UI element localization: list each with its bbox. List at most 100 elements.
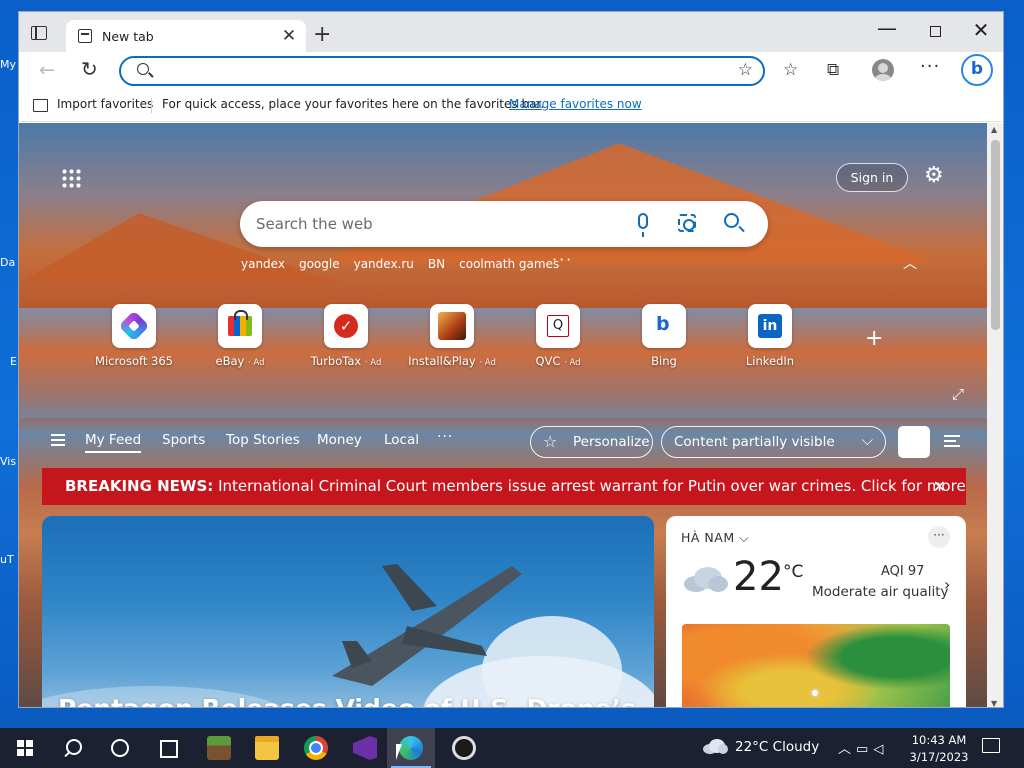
list-layout-icon[interactable] xyxy=(944,435,960,447)
add-quick-link-button[interactable]: + xyxy=(865,326,883,351)
chrome-icon[interactable] xyxy=(292,728,340,768)
file-explorer-icon[interactable] xyxy=(243,728,291,768)
more-options-icon[interactable]: ··· xyxy=(928,526,950,548)
add-favorite-icon[interactable]: ☆ xyxy=(738,60,753,80)
aqi-value: AQI 97 xyxy=(881,564,925,579)
content-visibility-dropdown[interactable]: Content partially visible xyxy=(661,425,886,458)
tab-money[interactable]: Money xyxy=(317,432,362,448)
desktop-icon-label[interactable]: Vis xyxy=(0,455,18,468)
quick-link-install-play[interactable]: Install&Play · Ad xyxy=(407,304,497,368)
visual-studio-icon[interactable] xyxy=(341,728,389,768)
hamburger-menu-icon[interactable] xyxy=(51,434,65,446)
quick-link-label: Bing xyxy=(651,354,677,368)
weather-location[interactable]: HÀ NAM ⌵ xyxy=(681,530,749,546)
personalize-button[interactable]: Personalize xyxy=(530,426,653,458)
app-launcher-icon[interactable] xyxy=(61,168,81,188)
air-quality-label: Moderate air quality xyxy=(812,584,949,600)
weather-card[interactable]: HÀ NAM ⌵ ··· 22 °C AQI 97 Moderate air q… xyxy=(666,516,966,707)
tab-sports[interactable]: Sports xyxy=(162,432,205,448)
minecraft-app-icon[interactable] xyxy=(195,728,243,768)
profile-avatar[interactable] xyxy=(872,59,894,81)
more-options-button[interactable]: ··· xyxy=(920,56,940,77)
chevron-up-icon[interactable]: ︿ xyxy=(903,253,917,273)
maximize-button[interactable] xyxy=(912,20,958,42)
trending-search-link[interactable]: yandex xyxy=(241,257,285,271)
cortana-icon[interactable] xyxy=(96,728,144,768)
address-bar[interactable]: ☆ xyxy=(119,56,765,86)
install-play-icon xyxy=(438,312,466,340)
scroll-up-icon[interactable]: ▲ xyxy=(991,125,997,134)
trending-search-link[interactable]: coolmath games xyxy=(459,257,559,271)
start-button[interactable] xyxy=(0,728,48,768)
expand-icon[interactable]: ⤢ xyxy=(952,385,964,403)
manage-favorites-link[interactable]: Manage favorites now xyxy=(509,97,642,111)
quick-link-label: QVC xyxy=(535,354,561,368)
quick-link-qvc[interactable]: Q QVC · Ad xyxy=(513,304,603,368)
quick-link-linkedin[interactable]: in LinkedIn xyxy=(725,304,815,368)
visual-search-icon[interactable] xyxy=(678,214,696,232)
search-icon[interactable] xyxy=(724,213,739,228)
close-window-button[interactable]: ✕ xyxy=(958,18,1003,42)
temperature-unit[interactable]: °C xyxy=(783,562,803,582)
clock-date: 3/17/2023 xyxy=(909,750,969,764)
minimize-button[interactable]: — xyxy=(864,16,910,40)
trending-search-link[interactable]: BN xyxy=(428,257,445,271)
quick-link-bing[interactable]: b Bing xyxy=(619,304,709,368)
notification-center-icon[interactable] xyxy=(982,738,1000,753)
tab-new-tab[interactable]: New tab ✕ xyxy=(66,20,306,52)
grid-layout-icon[interactable] xyxy=(898,426,930,458)
bing-chat-button[interactable]: b xyxy=(961,54,993,86)
address-input[interactable] xyxy=(161,61,721,81)
web-search-box[interactable] xyxy=(240,201,768,247)
trending-search-link[interactable]: google xyxy=(299,257,340,271)
cloudy-icon[interactable] xyxy=(702,739,728,754)
back-button[interactable]: ← xyxy=(39,59,55,81)
desktop-icon-label[interactable]: My xyxy=(0,58,18,71)
tab-top-stories[interactable]: Top Stories xyxy=(226,432,300,448)
quick-link-turbotax[interactable]: ✓ TurboTax · Ad xyxy=(301,304,391,368)
tab-actions-icon[interactable] xyxy=(31,26,47,40)
desktop-icon-label[interactable]: uT xyxy=(0,553,18,566)
web-search-input[interactable] xyxy=(256,213,626,235)
hero-news-card[interactable]: Pentagon Releases Video of U.S. Drone’s xyxy=(42,516,654,707)
more-searches-icon[interactable]: ··· xyxy=(552,250,573,269)
import-favorites-button[interactable]: Import favorites xyxy=(57,97,153,111)
network-icon[interactable]: ▭ xyxy=(856,742,873,757)
taskbar-weather[interactable]: 22°C Cloudy xyxy=(735,739,819,755)
page-scrollbar[interactable]: ▲ ▼ xyxy=(987,123,1003,707)
close-icon[interactable]: ✕ xyxy=(933,468,946,505)
favorites-button[interactable]: ☆ xyxy=(783,60,798,80)
collections-button[interactable]: ⧉ xyxy=(827,60,839,80)
chevron-up-icon[interactable]: ︿ xyxy=(838,742,856,757)
breaking-news-text: International Criminal Court members iss… xyxy=(218,477,966,495)
scrollbar-thumb[interactable] xyxy=(991,140,1000,330)
tab-local[interactable]: Local xyxy=(384,432,419,448)
quick-link-microsoft-365[interactable]: Microsoft 365 xyxy=(89,304,179,368)
quick-link-ebay[interactable]: eBay · Ad xyxy=(195,304,285,368)
breaking-news-banner[interactable]: BREAKING NEWS: International Criminal Co… xyxy=(42,468,966,505)
new-tab-button[interactable]: + xyxy=(313,22,331,47)
system-tray-icons[interactable]: ︿▭◁ xyxy=(838,738,888,757)
edge-icon[interactable] xyxy=(387,728,435,768)
volume-icon[interactable]: ◁ xyxy=(873,742,888,757)
tab-my-feed[interactable]: My Feed xyxy=(85,432,142,453)
sign-in-button[interactable]: Sign in xyxy=(836,163,908,192)
chevron-right-icon[interactable]: › xyxy=(944,575,950,594)
taskbar-clock[interactable]: 10:43 AM 3/17/2023 xyxy=(904,732,974,766)
import-icon[interactable] xyxy=(33,99,48,112)
obs-studio-icon[interactable] xyxy=(440,728,488,768)
desktop-icon-label[interactable]: Da xyxy=(0,256,18,269)
scroll-down-icon[interactable]: ▼ xyxy=(991,699,997,707)
refresh-button[interactable]: ↻ xyxy=(81,57,98,81)
desktop-icon-label[interactable]: E xyxy=(0,355,18,368)
page-settings-icon[interactable]: ⚙ xyxy=(924,163,944,188)
close-tab-icon[interactable]: ✕ xyxy=(278,26,300,46)
task-view-icon[interactable] xyxy=(144,728,192,768)
microphone-icon[interactable] xyxy=(638,213,648,237)
more-tabs-icon[interactable]: ··· xyxy=(437,429,453,445)
taskbar-search-icon[interactable] xyxy=(48,728,96,768)
hero-headline[interactable]: Pentagon Releases Video of U.S. Drone’s xyxy=(58,694,636,707)
trending-search-link[interactable]: yandex.ru xyxy=(354,257,414,271)
clock-time: 10:43 AM xyxy=(911,733,967,747)
weather-map[interactable] xyxy=(682,624,950,707)
